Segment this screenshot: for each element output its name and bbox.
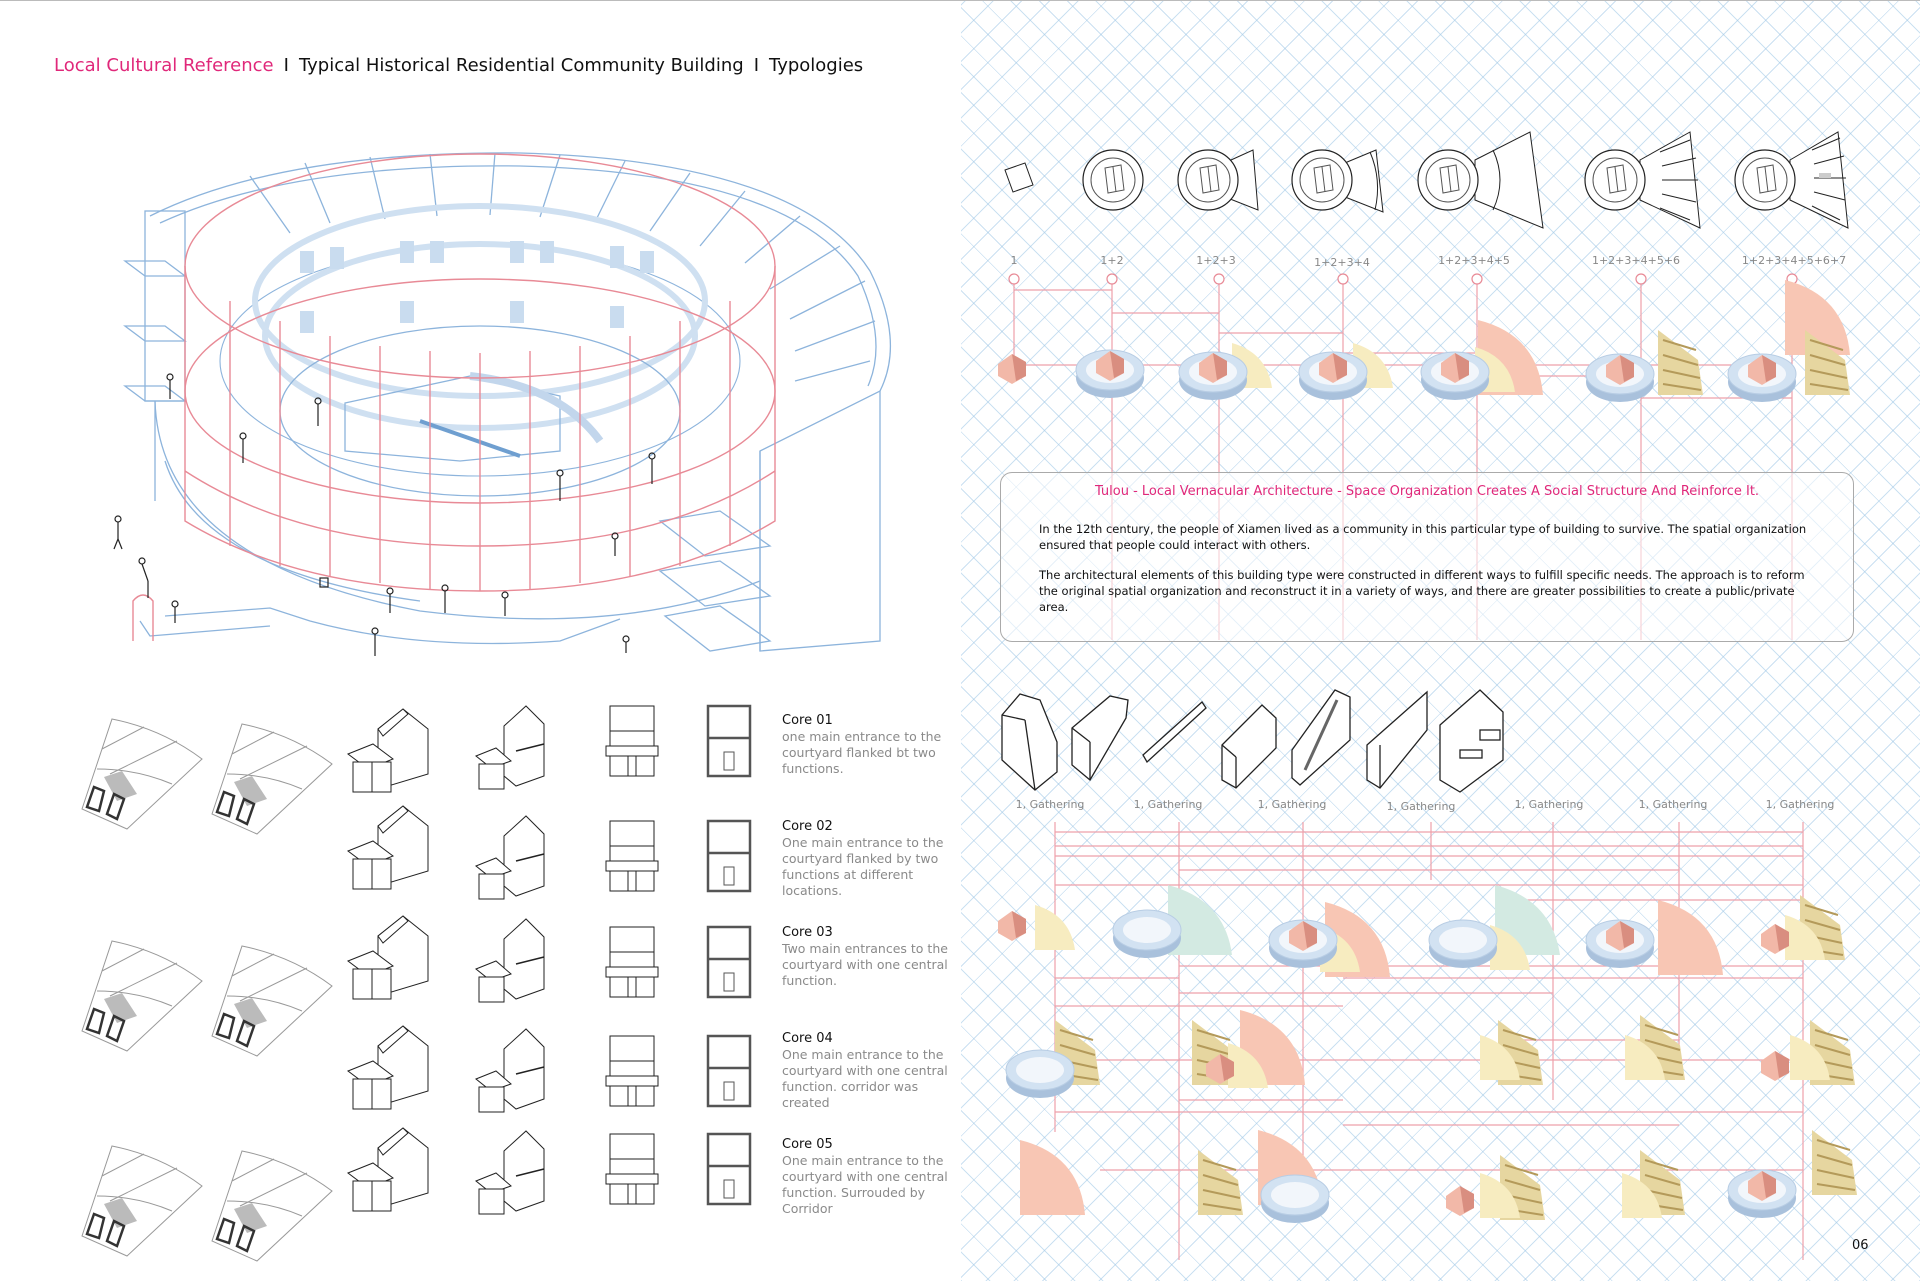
- component-label: 1, Gathering: [1514, 798, 1584, 811]
- typology-icon-5: [1417, 131, 1544, 229]
- component-label: 1, Gathering: [1133, 798, 1203, 811]
- house-block-icon: [1001, 693, 1058, 791]
- info-box-title: Tulou - Local Vernacular Architecture - …: [1094, 484, 1760, 499]
- gable-house-icon: [1071, 695, 1129, 781]
- typology-icon-1: [1004, 162, 1034, 193]
- typology-formula: 1+2: [1100, 254, 1124, 267]
- info-box-paragraph-1: In the 12th century, the people of Xiame…: [1039, 522, 1807, 552]
- component-label: 1, Gathering: [1386, 800, 1456, 813]
- typology-icon-4: [1291, 149, 1384, 213]
- staircase-icon: [1291, 689, 1351, 786]
- wall-bench-icon: [1366, 690, 1428, 789]
- corner-room-icon: [1439, 689, 1504, 793]
- connection-nodes: [1008, 273, 1798, 285]
- component-label: 1, Gathering: [1765, 798, 1835, 811]
- typology-icon-6: [1584, 131, 1701, 229]
- typology-icon-2: [1082, 149, 1144, 211]
- typology-formula: 1+2+3+4+5+6+7: [1741, 254, 1847, 267]
- combination-models-row: [998, 280, 1851, 403]
- typology-formula: 1: [1010, 254, 1018, 267]
- typology-plan-icons: [1004, 131, 1849, 229]
- typology-formula: 1+2+3+4+5+6: [1591, 254, 1681, 267]
- beam-icon: [1142, 701, 1207, 764]
- typology-icon-7: [1734, 131, 1849, 229]
- component-label: 1, Gathering: [1638, 798, 1708, 811]
- component-icons: [1001, 689, 1504, 793]
- typology-formula: 1+2+3: [1196, 254, 1236, 267]
- connection-lines: [1013, 283, 1804, 1260]
- typology-formula: 1+2+3+4: [1314, 256, 1370, 269]
- open-box-icon: [1221, 704, 1277, 789]
- typology-formula: 1+2+3+4+5: [1438, 254, 1510, 267]
- info-box-paragraph-2: The architectural elements of this build…: [1039, 568, 1805, 614]
- info-box: Tulou - Local Vernacular Architecture - …: [1000, 472, 1854, 642]
- recombination-models: [998, 885, 1858, 1224]
- typology-icon-3: [1177, 149, 1259, 211]
- component-label: 1, Gathering: [1257, 798, 1327, 811]
- component-label: 1, Gathering: [1015, 798, 1085, 811]
- page-number: 06: [1852, 1238, 1869, 1253]
- model-block: [998, 354, 1026, 384]
